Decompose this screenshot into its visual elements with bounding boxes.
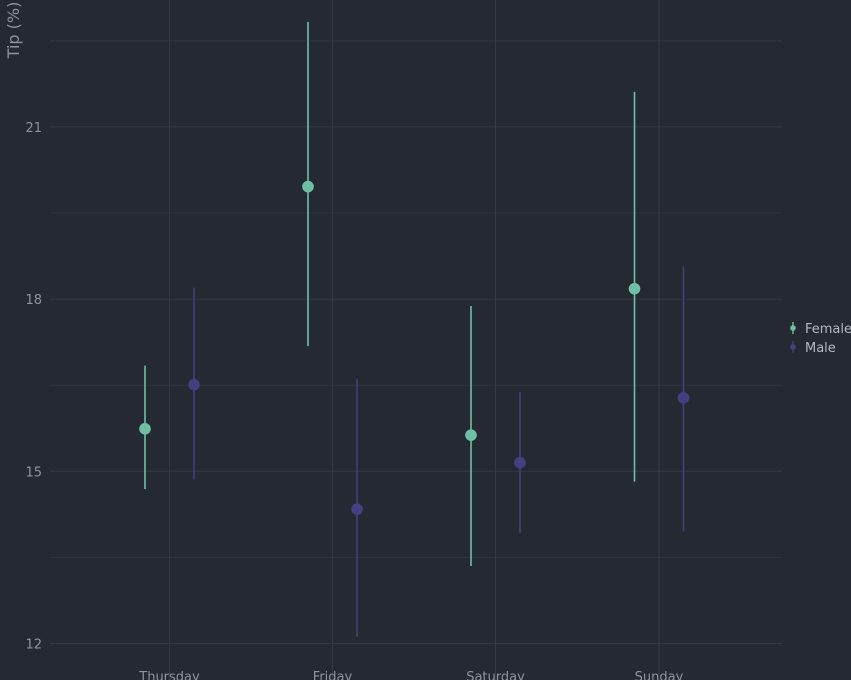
point-male[interactable] (677, 392, 690, 404)
legend-label: Female (805, 322, 851, 337)
point-female[interactable] (139, 423, 151, 435)
y-axis-title: Tip (%) (4, 2, 23, 60)
tip-by-day-chart: 12 15 18 21 Thursday Friday Saturday Sunday Ti… (4, 0, 851, 680)
y-tick-label: 18 (25, 293, 42, 308)
legend-label: Male (805, 341, 836, 356)
legend[interactable]: Female Male (790, 322, 851, 356)
plot-area (139, 21, 690, 637)
point-female[interactable] (302, 180, 314, 193)
y-tick-label: 12 (25, 638, 42, 653)
x-tick-label: Sunday (635, 670, 684, 680)
x-tick-label: Saturday (466, 670, 525, 680)
x-tick-label: Thursday (138, 670, 200, 680)
legend-key-point (790, 344, 796, 350)
legend-key-point (790, 325, 796, 331)
y-axis: 12 15 18 21 (25, 121, 42, 653)
y-tick-label: 15 (25, 465, 42, 480)
point-male[interactable] (351, 503, 363, 515)
point-male[interactable] (188, 378, 200, 391)
point-female[interactable] (465, 429, 477, 441)
x-axis: Thursday Friday Saturday Sunday (138, 670, 683, 680)
legend-item-male[interactable]: Male (790, 341, 836, 356)
x-tick-label: Friday (313, 670, 353, 680)
point-male[interactable] (514, 456, 526, 469)
y-tick-label: 21 (25, 121, 42, 136)
point-female[interactable] (628, 282, 641, 295)
legend-item-female[interactable]: Female (790, 322, 851, 337)
grid (50, 0, 782, 680)
